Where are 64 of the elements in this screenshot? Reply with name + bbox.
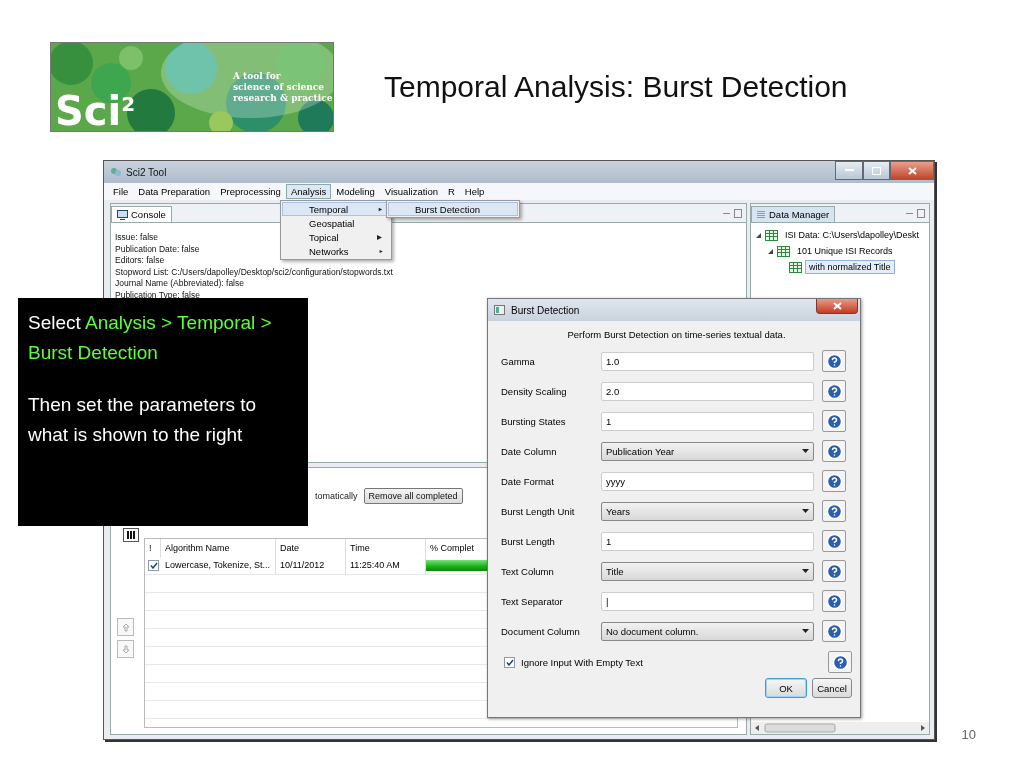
slide-title: Temporal Analysis: Burst Detection — [384, 70, 848, 104]
menu-entry[interactable]: Burst Detection — [388, 202, 518, 216]
parameter-label: Burst Length — [501, 535, 556, 547]
dropdown[interactable]: Publication Year — [601, 441, 814, 461]
menu-item[interactable]: Help — [459, 184, 490, 199]
parameter-label: Gamma — [501, 355, 536, 367]
parameter-label: Density Scaling — [501, 385, 568, 397]
console-line: Stopword List: C:/Users/dapolley/Desktop/sci2/configuration/stopwords.txt — [115, 266, 393, 278]
tree-item[interactable]: ISI Data: C:\Users\dapolley\Deskt — [781, 228, 924, 242]
parameter-label: Burst Length Unit — [501, 505, 576, 517]
table-cell: 10/11/2012 — [276, 557, 346, 575]
table-cell: Lowercase, Tokenize, St... — [161, 557, 276, 575]
dropdown[interactable]: No document column. — [601, 621, 814, 641]
column-header[interactable]: Date — [276, 539, 346, 557]
tagline: research & practice — [233, 93, 333, 104]
checkbox-label: Ignore Input With Empty Text — [521, 656, 643, 668]
callout-text: Select Analysis > Temporal > Burst Detection — [28, 311, 273, 365]
dialog-description: Perform Burst Detection on time-series textual data. — [566, 329, 787, 340]
tree-item[interactable]: with normalized Title — [805, 260, 895, 274]
menu-item[interactable]: File — [108, 184, 134, 199]
input-field[interactable]: | — [601, 591, 814, 611]
parameter-label: Text Separator — [501, 595, 564, 607]
input-field[interactable]: 1.0 — [601, 351, 814, 371]
auto-remove-label: tomatically — [315, 491, 358, 501]
window-title: Sci2 Tool — [126, 166, 167, 178]
console-tab[interactable]: Console — [111, 206, 172, 222]
input-field[interactable]: yyyy — [601, 471, 814, 491]
dialog-button[interactable]: Cancel — [812, 678, 852, 698]
menu-item[interactable]: Modeling — [331, 184, 380, 199]
logo-text: Sci$^{2}$ — [55, 91, 136, 131]
remove-completed-button[interactable]: Remove all completed — [363, 488, 463, 504]
console-line: Journal Name (Abbreviated): false — [115, 278, 244, 290]
tagline: science of science — [233, 82, 325, 93]
console-line: Publication Date: false — [115, 243, 200, 255]
menu-item[interactable]: Analysis — [285, 184, 332, 199]
input-field[interactable]: 2.0 — [601, 381, 814, 401]
tree-item[interactable]: 101 Unique ISI Records — [793, 244, 897, 258]
menu-item[interactable]: Data Preparation — [133, 184, 216, 199]
column-header[interactable]: Time — [346, 539, 426, 557]
dropdown[interactable]: Title — [601, 561, 814, 581]
dropdown[interactable]: Years — [601, 501, 814, 521]
column-header[interactable]: Algorithm Name — [161, 539, 276, 557]
menu-item[interactable]: R — [443, 184, 460, 199]
console-line: Editors: false — [115, 255, 165, 267]
input-field[interactable]: 1 — [601, 411, 814, 431]
tagline: A tool for — [233, 71, 281, 82]
column-header[interactable]: ! — [145, 539, 161, 557]
menu-item[interactable]: Preprocessing — [215, 184, 286, 199]
console-line: Issue: false — [115, 232, 158, 244]
dialog-button[interactable]: OK — [765, 678, 807, 698]
menu-entry[interactable]: Networks — [282, 244, 390, 258]
page-number: 10 — [961, 727, 976, 742]
menu-entry[interactable]: Geospatial — [282, 216, 390, 230]
menu-entry[interactable]: Topical — [282, 230, 390, 244]
parameter-label: Bursting States — [501, 415, 567, 427]
callout-text: Then set the parameters to what is shown to the right — [28, 393, 258, 447]
menu-item[interactable]: Visualization — [379, 184, 443, 199]
parameter-label: Date Format — [501, 475, 555, 487]
data-manager-tab[interactable]: Data Manager — [751, 206, 836, 222]
parameter-label: Date Column — [501, 445, 558, 457]
parameter-label: Text Column — [501, 565, 555, 577]
input-field[interactable]: 1 — [601, 531, 814, 551]
parameter-label: Document Column — [501, 625, 581, 637]
dialog-title: Burst Detection — [511, 304, 580, 316]
